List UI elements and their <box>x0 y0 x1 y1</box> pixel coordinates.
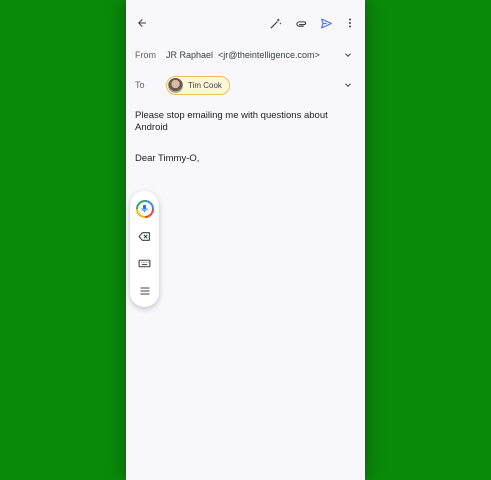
menu-icon <box>140 286 149 295</box>
chevron-down-icon <box>345 83 351 87</box>
microphone-icon <box>141 204 148 213</box>
to-label: To <box>135 80 145 90</box>
voice-typing-toolbar <box>130 191 159 307</box>
magic-wand-icon <box>270 17 281 28</box>
avatar <box>168 77 183 93</box>
menu-button[interactable] <box>134 280 155 301</box>
backspace-button[interactable] <box>134 226 155 247</box>
more-options-button[interactable] <box>340 13 360 33</box>
send-button[interactable] <box>316 13 336 33</box>
from-label: From <box>135 50 156 60</box>
to-expand-button[interactable] <box>341 78 355 92</box>
keyboard-icon <box>138 259 151 268</box>
email-compose-screen: From JR Raphael <jr@theintelligence.com>… <box>126 0 365 480</box>
voice-mic-button[interactable] <box>134 198 155 219</box>
recipient-chip[interactable]: Tim Cook <box>166 75 230 95</box>
back-button[interactable] <box>132 13 152 33</box>
from-address: JR Raphael <jr@theintelligence.com> <box>166 50 320 60</box>
compose-toolbar <box>126 10 365 36</box>
message-body[interactable]: Dear Timmy-O, <box>135 153 199 164</box>
paperclip-icon <box>295 20 306 27</box>
recipient-name: Tim Cook <box>188 80 222 90</box>
magic-write-button[interactable] <box>265 13 285 33</box>
keyboard-button[interactable] <box>134 253 155 274</box>
send-icon <box>320 18 332 28</box>
from-expand-button[interactable] <box>341 48 355 62</box>
subject-field[interactable]: Please stop emailing me with questions a… <box>135 110 349 134</box>
chevron-down-icon <box>345 53 351 57</box>
to-field[interactable]: To Tim Cook <box>135 75 355 95</box>
attach-button[interactable] <box>291 13 311 33</box>
more-vert-icon <box>349 18 351 28</box>
arrow-left-icon <box>138 19 146 27</box>
backspace-icon <box>138 232 150 241</box>
from-field[interactable]: From JR Raphael <jr@theintelligence.com> <box>135 45 355 65</box>
